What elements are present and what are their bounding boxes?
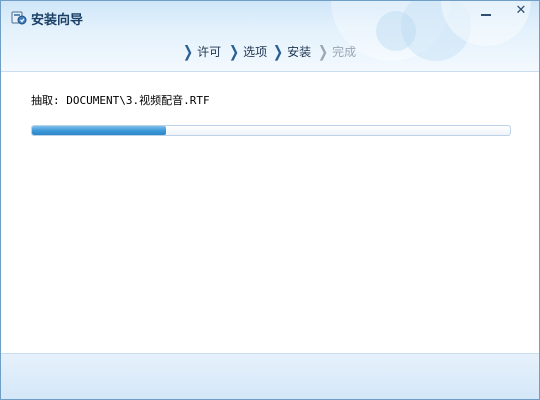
minimize-button[interactable]	[473, 1, 501, 21]
close-icon: ✕	[515, 3, 527, 18]
step-install: ❯ 安装	[273, 42, 312, 62]
chevron-right-icon: ❯	[318, 42, 329, 62]
header-banner: 安装向导 ✕ ❯ 许可 ❯ 选项 ❯ 安装 ❯ 完成	[1, 1, 539, 71]
step-label: 选项	[243, 45, 268, 59]
chevron-right-icon: ❯	[183, 42, 194, 62]
progress-bar	[31, 125, 511, 136]
window-title: 安装向导	[31, 13, 84, 28]
chevron-right-icon: ❯	[273, 42, 284, 62]
extract-status: 抽取: DOCUMENT\3.视频配音.RTF	[31, 94, 210, 107]
installer-window: 安装向导 ✕ ❯ 许可 ❯ 选项 ❯ 安装 ❯ 完成 抽取: DOCUMENT\3.视频…	[0, 0, 540, 400]
minimize-icon	[481, 14, 491, 16]
chevron-right-icon: ❯	[229, 42, 240, 62]
wizard-steps: ❯ 许可 ❯ 选项 ❯ 安装 ❯ 完成	[1, 43, 539, 61]
step-label: 安装	[287, 45, 312, 59]
step-label: 许可	[197, 45, 222, 59]
header-divider	[1, 71, 539, 72]
step-license: ❯ 许可	[183, 42, 222, 62]
footer-bar	[1, 353, 539, 399]
step-options: ❯ 选项	[229, 42, 268, 62]
installer-icon	[11, 11, 27, 25]
progress-fill	[32, 126, 166, 135]
step-label: 完成	[332, 45, 357, 59]
step-finish: ❯ 完成	[318, 42, 357, 62]
close-button[interactable]: ✕	[507, 1, 535, 21]
